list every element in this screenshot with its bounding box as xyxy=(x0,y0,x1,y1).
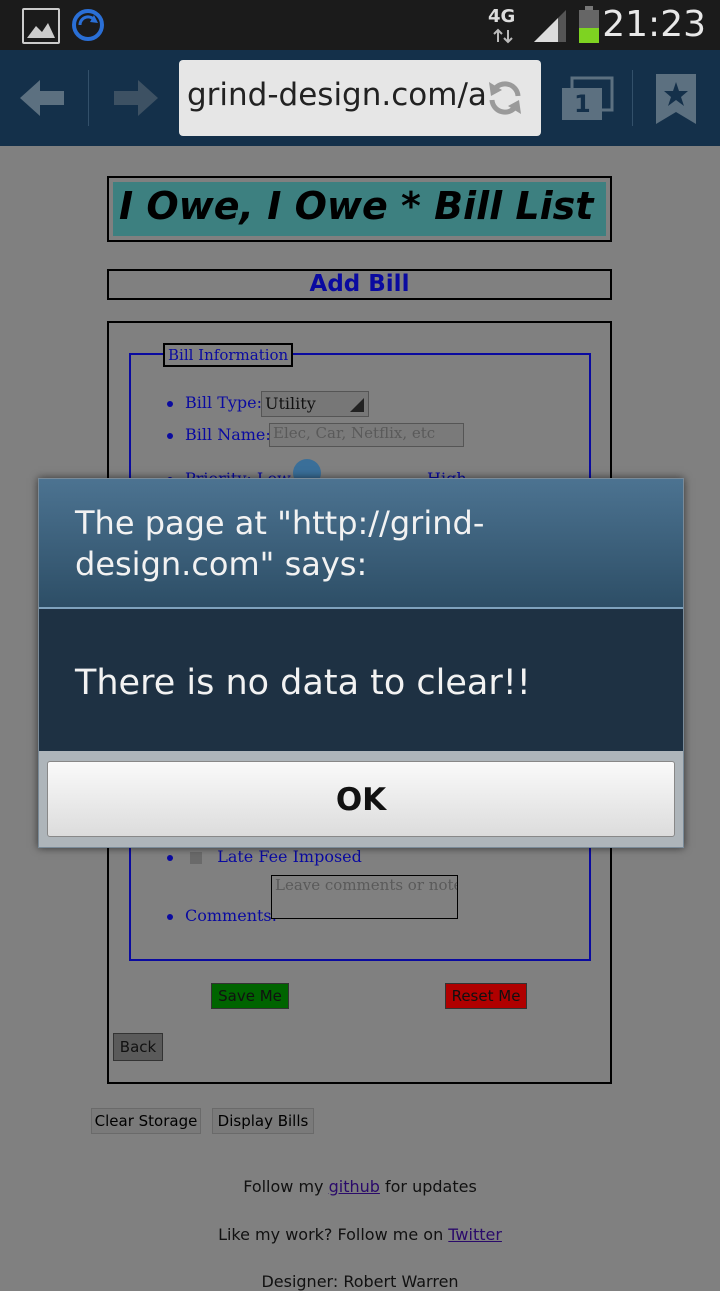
back-button[interactable]: Back xyxy=(113,1033,163,1061)
fieldset-legend: Bill Information xyxy=(163,343,294,367)
toolbar-divider xyxy=(88,70,89,126)
display-bills-button[interactable]: Display Bills xyxy=(212,1108,314,1134)
comments-label: Comments: xyxy=(185,906,278,925)
reset-button[interactable]: Reset Me xyxy=(445,983,527,1009)
browser-toolbar: grind-design.com/ac 1 xyxy=(0,50,720,146)
dialog-footer: OK xyxy=(39,751,683,847)
forward-arrow-icon[interactable] xyxy=(112,80,158,116)
comments-row: Comments: xyxy=(167,906,277,925)
bill-type-select[interactable]: Utility xyxy=(261,391,369,417)
url-text: grind-design.com/ac xyxy=(187,77,487,113)
status-bar: 4G 21:23 xyxy=(0,0,720,50)
follow-github-text: Follow my github for updates xyxy=(243,1177,477,1196)
refresh-icon[interactable] xyxy=(485,78,525,118)
save-button[interactable]: Save Me xyxy=(211,983,289,1009)
bill-type-label: Bill Type: xyxy=(185,393,263,412)
battery-icon xyxy=(578,6,600,44)
section-title: Add Bill xyxy=(107,269,612,300)
clock: 21:23 xyxy=(602,4,706,45)
tabs-icon[interactable]: 1 xyxy=(560,76,614,122)
bookmark-icon[interactable] xyxy=(656,74,696,124)
late-fee-label: Late Fee Imposed xyxy=(217,847,362,866)
bill-type-value: Utility xyxy=(265,394,316,413)
banner-title: I Owe, I Owe * Bill List xyxy=(119,184,594,228)
late-fee-checkbox[interactable] xyxy=(190,851,203,864)
address-bar[interactable]: grind-design.com/ac xyxy=(179,60,541,136)
toolbar-divider xyxy=(632,70,633,126)
network-type-label: 4G xyxy=(488,6,516,27)
bill-type-row: Bill Type: xyxy=(167,393,262,412)
data-arrows-icon xyxy=(492,28,514,44)
bill-name-input[interactable]: Elec, Car, Netflix, etc xyxy=(269,423,464,447)
sync-notification-icon xyxy=(70,7,106,43)
signal-strength-icon xyxy=(532,8,568,44)
dropdown-arrow-icon xyxy=(350,398,364,412)
priority-slider-handle[interactable] xyxy=(293,459,321,479)
alert-dialog: The page at "http://grind-design.com" sa… xyxy=(38,478,684,848)
github-link[interactable]: github xyxy=(329,1177,380,1196)
site-banner: I Owe, I Owe * Bill List xyxy=(107,176,612,242)
bill-name-label: Bill Name: xyxy=(185,425,271,444)
bill-name-row: Bill Name: xyxy=(167,425,271,444)
late-fee-row: Late Fee Imposed xyxy=(167,847,362,866)
gallery-notification-icon xyxy=(22,8,60,44)
ok-button[interactable]: OK xyxy=(47,761,675,837)
tab-count: 1 xyxy=(574,90,591,118)
designer-credit: Designer: Robert Warren xyxy=(261,1272,459,1291)
dialog-title: The page at "http://grind-design.com" sa… xyxy=(75,504,485,583)
dialog-message: There is no data to clear!! xyxy=(75,663,531,703)
twitter-link[interactable]: Twitter xyxy=(448,1225,502,1244)
dialog-header: The page at "http://grind-design.com" sa… xyxy=(39,479,683,609)
dialog-body: There is no data to clear!! xyxy=(39,609,683,751)
follow-twitter-text: Like my work? Follow me on Twitter xyxy=(218,1225,502,1244)
comments-textarea[interactable]: Leave comments or note xyxy=(271,875,458,919)
back-arrow-icon[interactable] xyxy=(20,80,66,116)
clear-storage-button[interactable]: Clear Storage xyxy=(91,1108,201,1134)
